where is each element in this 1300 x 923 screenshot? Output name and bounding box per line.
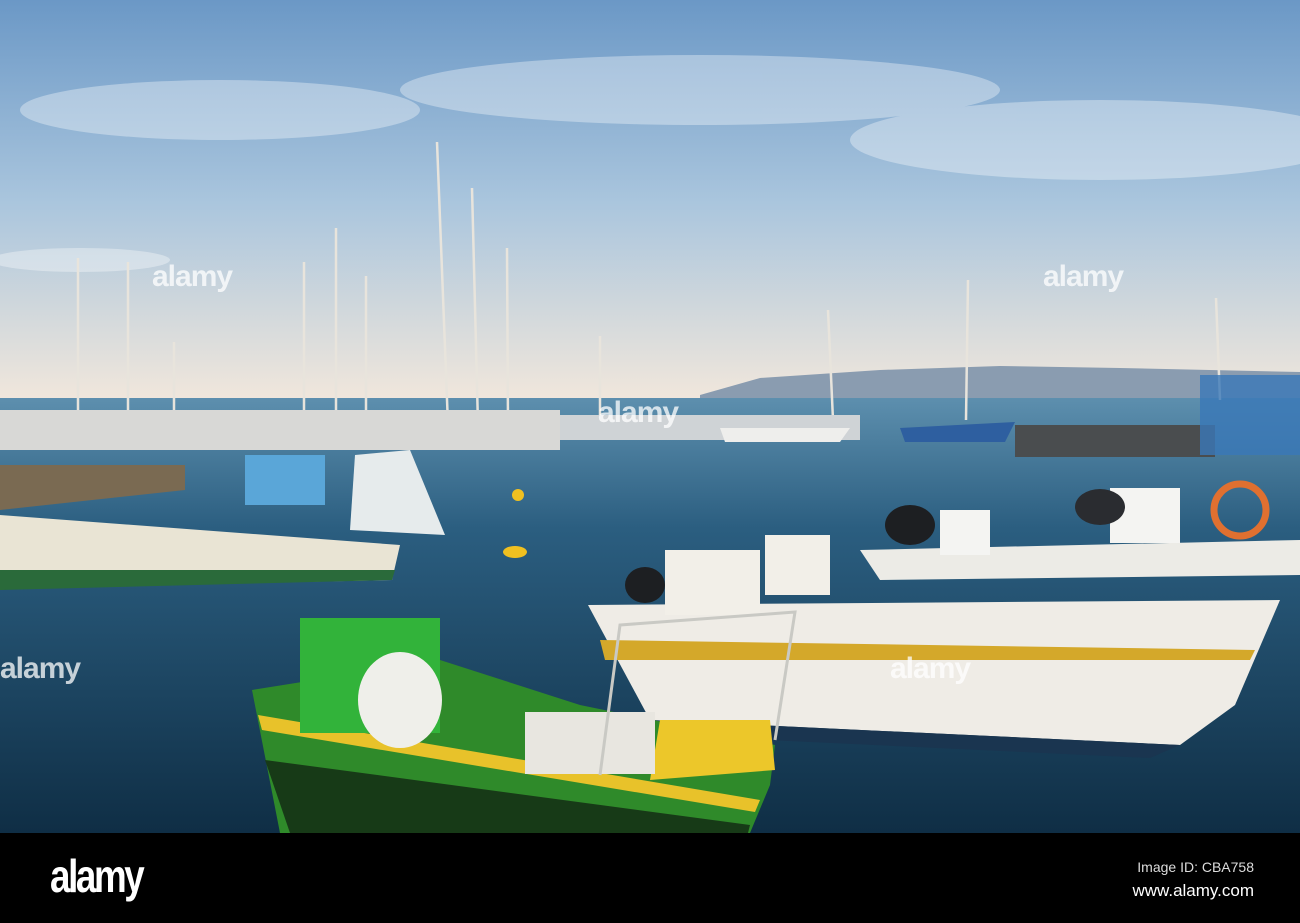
watermark-logo: alamy [0, 652, 81, 685]
website-link[interactable]: www.alamy.com [1132, 881, 1254, 901]
watermark-logo: alamy [598, 396, 679, 429]
watermark-logo: alamy [152, 260, 233, 293]
harbour-photo: alamy alamy alamy alamy alamy [0, 0, 1300, 833]
breakwater [1015, 425, 1215, 457]
watermark-logo: alamy [1043, 260, 1124, 293]
alamy-logo: alamy [50, 850, 145, 902]
footer-bar: alamy Image ID: CBA758 www.alamy.com [0, 833, 1300, 923]
image-id: Image ID: CBA758 [1137, 859, 1254, 875]
watermark-logo: alamy [890, 652, 971, 685]
